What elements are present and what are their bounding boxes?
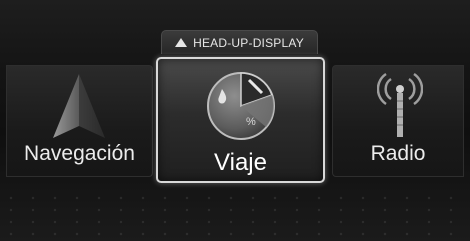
menu-item-navegacion[interactable]: Navegación — [6, 65, 153, 177]
trip-gauge-icon: % — [207, 72, 275, 140]
menu-item-viaje[interactable]: % Viaje — [156, 57, 325, 183]
triangle-up-icon — [175, 38, 188, 47]
menu-item-viaje-label: Viaje — [214, 149, 267, 176]
menu-item-navegacion-label: Navegación — [24, 142, 135, 165]
radio-antenna-icon — [377, 72, 423, 137]
menu-item-radio-label: Radio — [370, 142, 426, 165]
svg-text:%: % — [246, 116, 256, 128]
head-up-display-label: HEAD-UP-DISPLAY — [193, 35, 304, 50]
infotainment-screen: HEAD-UP-DISPLAY Navegación % Viaje Radio — [0, 0, 470, 241]
navigation-arrow-icon — [53, 74, 105, 138]
bottom-dot-pattern — [0, 192, 470, 241]
menu-item-radio[interactable]: Radio — [332, 65, 464, 177]
head-up-display-tab[interactable]: HEAD-UP-DISPLAY — [161, 30, 318, 54]
